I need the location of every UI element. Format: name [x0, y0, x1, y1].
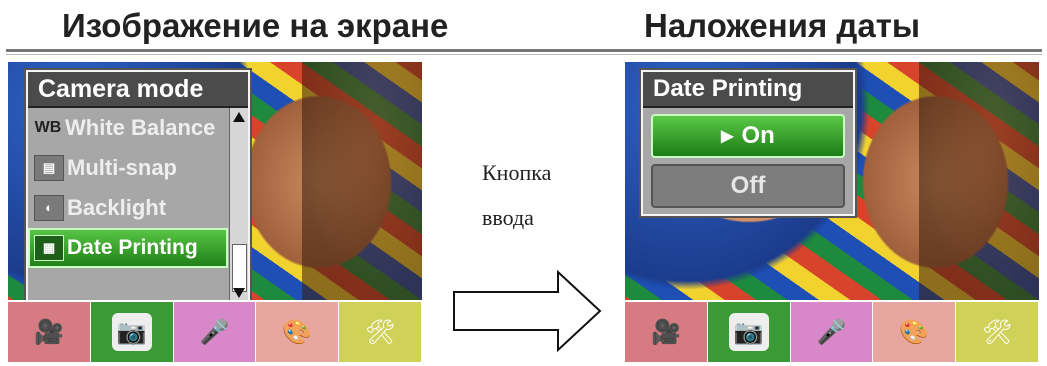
camera-icon: 📷	[728, 313, 769, 351]
date-icon: ▦	[34, 235, 64, 261]
mode-tab-bar: 🎥 📷 🎤 🎨 🛠	[625, 300, 1039, 362]
backlight-icon: ◐	[34, 195, 64, 221]
right-heading: Наложения даты	[644, 7, 921, 44]
left-heading: Изображение на экране	[62, 7, 449, 44]
menu-item-backlight[interactable]: ◐ Backlight	[28, 188, 228, 228]
heading-divider-thin	[6, 54, 1042, 55]
enter-button-label-line2: ввода	[482, 205, 534, 230]
video-camera-icon: 🎥	[33, 318, 64, 346]
microphone-icon: 🎤	[816, 318, 847, 346]
menu-scrollbar[interactable]	[229, 108, 248, 302]
tab-video[interactable]: 🎥	[8, 300, 91, 362]
microphone-icon: 🎤	[199, 318, 230, 346]
tools-icon: 🛠	[981, 318, 1013, 346]
heading-divider	[6, 49, 1042, 52]
camera-mode-menu: Camera mode WB White Balance ▤ Multi-sna…	[26, 70, 250, 304]
enter-button-label-line1: Кнопка	[482, 160, 552, 185]
camera-icon: 📷	[111, 313, 152, 351]
mode-tab-bar: 🎥 📷 🎤 🎨 🛠	[8, 300, 422, 362]
scroll-down-arrow-icon[interactable]	[233, 288, 245, 298]
left-camera-screen: Camera mode WB White Balance ▤ Multi-sna…	[8, 62, 422, 362]
menu-item-label: Backlight	[67, 195, 167, 220]
option-on[interactable]: ▶ On	[651, 114, 845, 158]
scroll-up-arrow-icon[interactable]	[233, 112, 245, 122]
tab-effects[interactable]: 🎨	[256, 300, 340, 362]
option-label: Off	[730, 172, 766, 199]
wb-icon: WB	[34, 119, 62, 136]
tab-video[interactable]: 🎥	[625, 300, 708, 362]
palette-icon: 🎨	[899, 318, 930, 346]
right-camera-screen: Date Printing ▶ On Off 🎥 📷 🎤 🎨 🛠	[625, 62, 1039, 362]
tab-camera[interactable]: 📷	[90, 300, 174, 362]
video-camera-icon: 🎥	[650, 318, 681, 346]
menu-item-white-balance[interactable]: WB White Balance	[28, 108, 228, 148]
tab-effects[interactable]: 🎨	[873, 300, 957, 362]
multi-snap-icon: ▤	[34, 155, 64, 181]
tab-voice[interactable]: 🎤	[790, 300, 874, 362]
tab-voice[interactable]: 🎤	[173, 300, 257, 362]
menu-item-label: Multi-snap	[67, 155, 177, 180]
palette-icon: 🎨	[282, 318, 313, 346]
menu-title: Date Printing	[643, 72, 853, 108]
date-printing-menu: Date Printing ▶ On Off	[641, 70, 855, 216]
tab-camera[interactable]: 📷	[707, 300, 791, 362]
menu-item-multi-snap[interactable]: ▤ Multi-snap	[28, 148, 228, 188]
menu-item-label: Date Printing	[67, 236, 198, 259]
option-label: On	[741, 122, 775, 149]
selection-triangle-icon: ▶	[721, 128, 734, 145]
menu-title: Camera mode	[28, 72, 248, 108]
menu-item-label: White Balance	[65, 115, 216, 140]
arrow-right-icon	[453, 269, 602, 353]
scroll-thumb[interactable]	[232, 244, 247, 292]
tools-icon: 🛠	[364, 318, 396, 346]
option-off[interactable]: Off	[651, 164, 845, 208]
tab-setup[interactable]: 🛠	[339, 300, 422, 362]
menu-item-date-printing[interactable]: ▦ Date Printing	[28, 228, 228, 268]
tab-setup[interactable]: 🛠	[956, 300, 1039, 362]
